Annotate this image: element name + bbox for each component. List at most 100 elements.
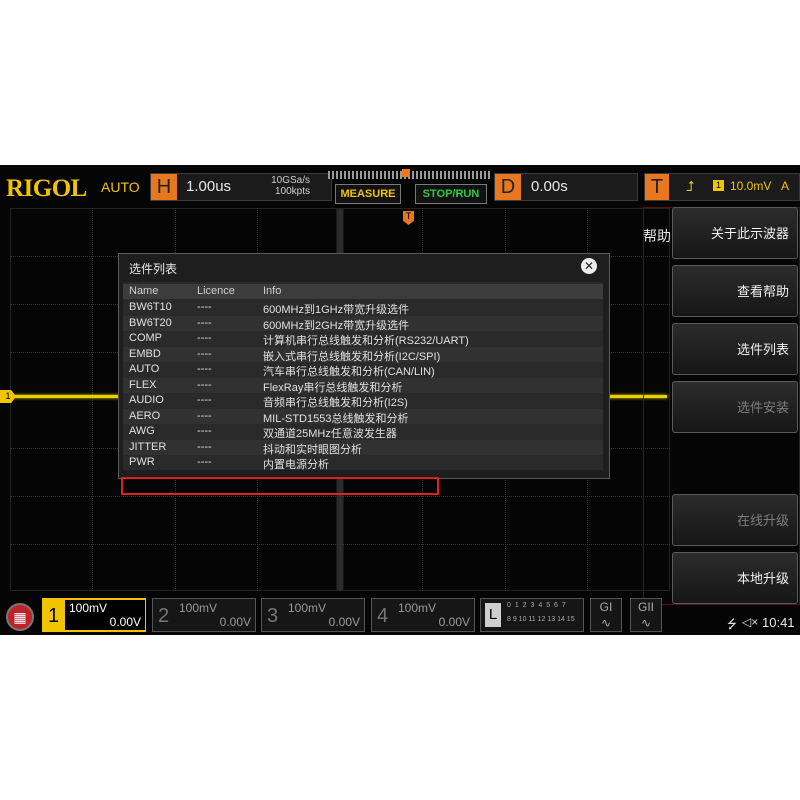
row-name: AWG (129, 425, 155, 437)
channel-settings: 100mV 0.00V (284, 600, 364, 630)
channel-number: 2 (158, 605, 170, 627)
main-menu-button[interactable]: ▦ (6, 603, 34, 631)
row-name: AUDIO (129, 394, 164, 406)
sine-wave-icon: ∿ (600, 616, 612, 630)
row-licence: ---- (197, 410, 212, 422)
table-row[interactable]: AUTO ---- 汽车串行总线触发和分析(CAN/LIN) (123, 362, 603, 378)
about-oscilloscope-button[interactable]: 关于此示波器 (672, 207, 798, 259)
trigger-level: 10.0mV (730, 179, 772, 193)
table-row[interactable]: COMP ---- 计算机串行总线触发和分析(RS232/UART) (123, 331, 603, 347)
measure-button[interactable]: MEASURE (335, 184, 401, 204)
close-icon[interactable]: ✕ (581, 258, 597, 274)
acquire-mode: AUTO (101, 179, 140, 195)
logic-analyzer-box[interactable]: L 0 1 2 3 4 5 6 7 8 9 10 11 12 13 14 15 (480, 598, 584, 632)
channel-offset: 0.00V (219, 615, 251, 629)
generator-2-label: GII (637, 600, 654, 614)
generator-1-label: GI (599, 600, 613, 614)
row-name: COMP (129, 332, 162, 344)
grid-line (92, 208, 93, 591)
channel-offset: 0.00V (328, 615, 360, 629)
table-header: Name Licence Info (123, 284, 603, 299)
trigger-source: 1 (713, 180, 724, 191)
option-install-button[interactable]: 选件安装 (672, 381, 798, 433)
option-list-dialog: 选件列表 ✕ Name Licence Info BW6T10 ---- 600… (118, 253, 610, 479)
stop-run-button[interactable]: STOP/RUN (415, 184, 487, 204)
channel-1-box[interactable]: 1 100mV 0.00V (42, 598, 146, 632)
row-licence: ---- (197, 379, 212, 391)
row-licence: ---- (197, 456, 212, 468)
row-licence: ---- (197, 317, 212, 329)
sample-info: 10GSa/s 100kpts (258, 175, 310, 197)
speaker-icon[interactable]: ◁× (742, 615, 758, 629)
channel-scale: 100mV (179, 601, 218, 615)
row-licence: ---- (197, 348, 212, 360)
channel-2-box[interactable]: 2 100mV 0.00V (152, 598, 256, 632)
help-menu-tab: 帮助 (643, 228, 671, 244)
channel-scale: 100mV (398, 601, 437, 615)
row-licence: ---- (197, 332, 212, 344)
logic-channels-low: 0 1 2 3 4 5 6 7 (507, 602, 567, 609)
column-info: Info (263, 285, 282, 297)
online-upgrade-button[interactable]: 在线升级 (672, 494, 798, 546)
row-name: BW6T10 (129, 301, 172, 313)
table-row[interactable]: EMBD ---- 嵌入式串行总线触发和分析(I2C/SPI) (123, 347, 603, 363)
row-licence: ---- (197, 363, 212, 375)
row-info: 汽车串行总线触发和分析(CAN/LIN) (263, 366, 435, 378)
table-row[interactable]: JITTER ---- 抖动和实时眼图分析 (123, 440, 603, 456)
rigol-logo: RIGOL (6, 175, 87, 202)
channel-scale: 100mV (288, 601, 327, 615)
generator-1-box[interactable]: GI ∿ (590, 598, 622, 632)
view-help-button[interactable]: 查看帮助 (672, 265, 798, 317)
system-clock: 10:41 (762, 615, 795, 630)
logic-channels-high: 8 9 10 11 12 13 14 15 (507, 616, 575, 623)
grid-line (10, 544, 670, 545)
grid-line (10, 496, 670, 497)
channel-number: 1 (48, 605, 60, 627)
row-licence: ---- (197, 394, 212, 406)
row-name: AERO (129, 410, 161, 422)
sine-wave-icon: ∿ (640, 616, 652, 630)
oscilloscope-screen: RIGOL AUTO H 1.00us 10GSa/s 100kpts MEAS… (0, 165, 800, 635)
logic-label: L (485, 603, 501, 627)
row-name: EMBD (129, 348, 161, 360)
trigger-mode: A (781, 179, 790, 193)
option-table: Name Licence Info BW6T10 ---- 600MHz到1GH… (123, 282, 603, 471)
table-row[interactable]: FLEX ---- FlexRay串行总线触发和分析 (123, 378, 603, 394)
column-name: Name (129, 285, 159, 297)
table-row[interactable]: PWR ---- 内置电源分析 (123, 455, 603, 471)
channel-settings: 100mV 0.00V (394, 600, 474, 630)
table-row[interactable]: BW6T10 ---- 600MHz到1GHz带宽升级选件 (123, 300, 603, 316)
option-list-button[interactable]: 选件列表 (672, 323, 798, 375)
dialog-title: 选件列表 (129, 262, 178, 276)
row-name: AUTO (129, 363, 160, 375)
row-info: 600MHz到1GHz带宽升级选件 (263, 304, 410, 316)
row-name: BW6T20 (129, 317, 172, 329)
row-name: PWR (129, 456, 155, 468)
row-name: JITTER (129, 441, 167, 453)
rising-edge-icon: ⮥ (686, 178, 695, 194)
delay-value: 0.00s (531, 178, 568, 195)
table-row[interactable]: AUDIO ---- 音频串行总线触发和分析(I2S) (123, 393, 603, 409)
channel-scale: 100mV (69, 601, 108, 615)
row-info: 音频串行总线触发和分析(I2S) (263, 397, 408, 409)
row-info: 内置电源分析 (263, 459, 329, 471)
horizontal-label: H (151, 174, 177, 200)
table-row[interactable]: BW6T20 ---- 600MHz到2GHz带宽升级选件 (123, 316, 603, 332)
column-licence: Licence (197, 285, 235, 297)
generator-2-box[interactable]: GII ∿ (630, 598, 662, 632)
overview-position-marker (402, 169, 410, 177)
channel-offset: 0.00V (438, 615, 470, 629)
channel-number: 3 (267, 605, 279, 627)
table-row[interactable]: AERO ---- MIL-STD1553总线触发和分析 (123, 409, 603, 425)
row-name: FLEX (129, 379, 157, 391)
channel-3-box[interactable]: 3 100mV 0.00V (261, 598, 365, 632)
row-info: 双通道25MHz任意波发生器 (263, 428, 397, 440)
sample-rate: 10GSa/s (271, 175, 310, 186)
delay-label: D (495, 174, 521, 200)
channel-settings: 100mV 0.00V (65, 600, 145, 630)
row-licence: ---- (197, 301, 212, 313)
table-row[interactable]: AWG ---- 双通道25MHz任意波发生器 (123, 424, 603, 440)
local-upgrade-button[interactable]: 本地升级 (672, 552, 798, 604)
timebase-value: 1.00us (186, 178, 232, 195)
channel-4-box[interactable]: 4 100mV 0.00V (371, 598, 475, 632)
